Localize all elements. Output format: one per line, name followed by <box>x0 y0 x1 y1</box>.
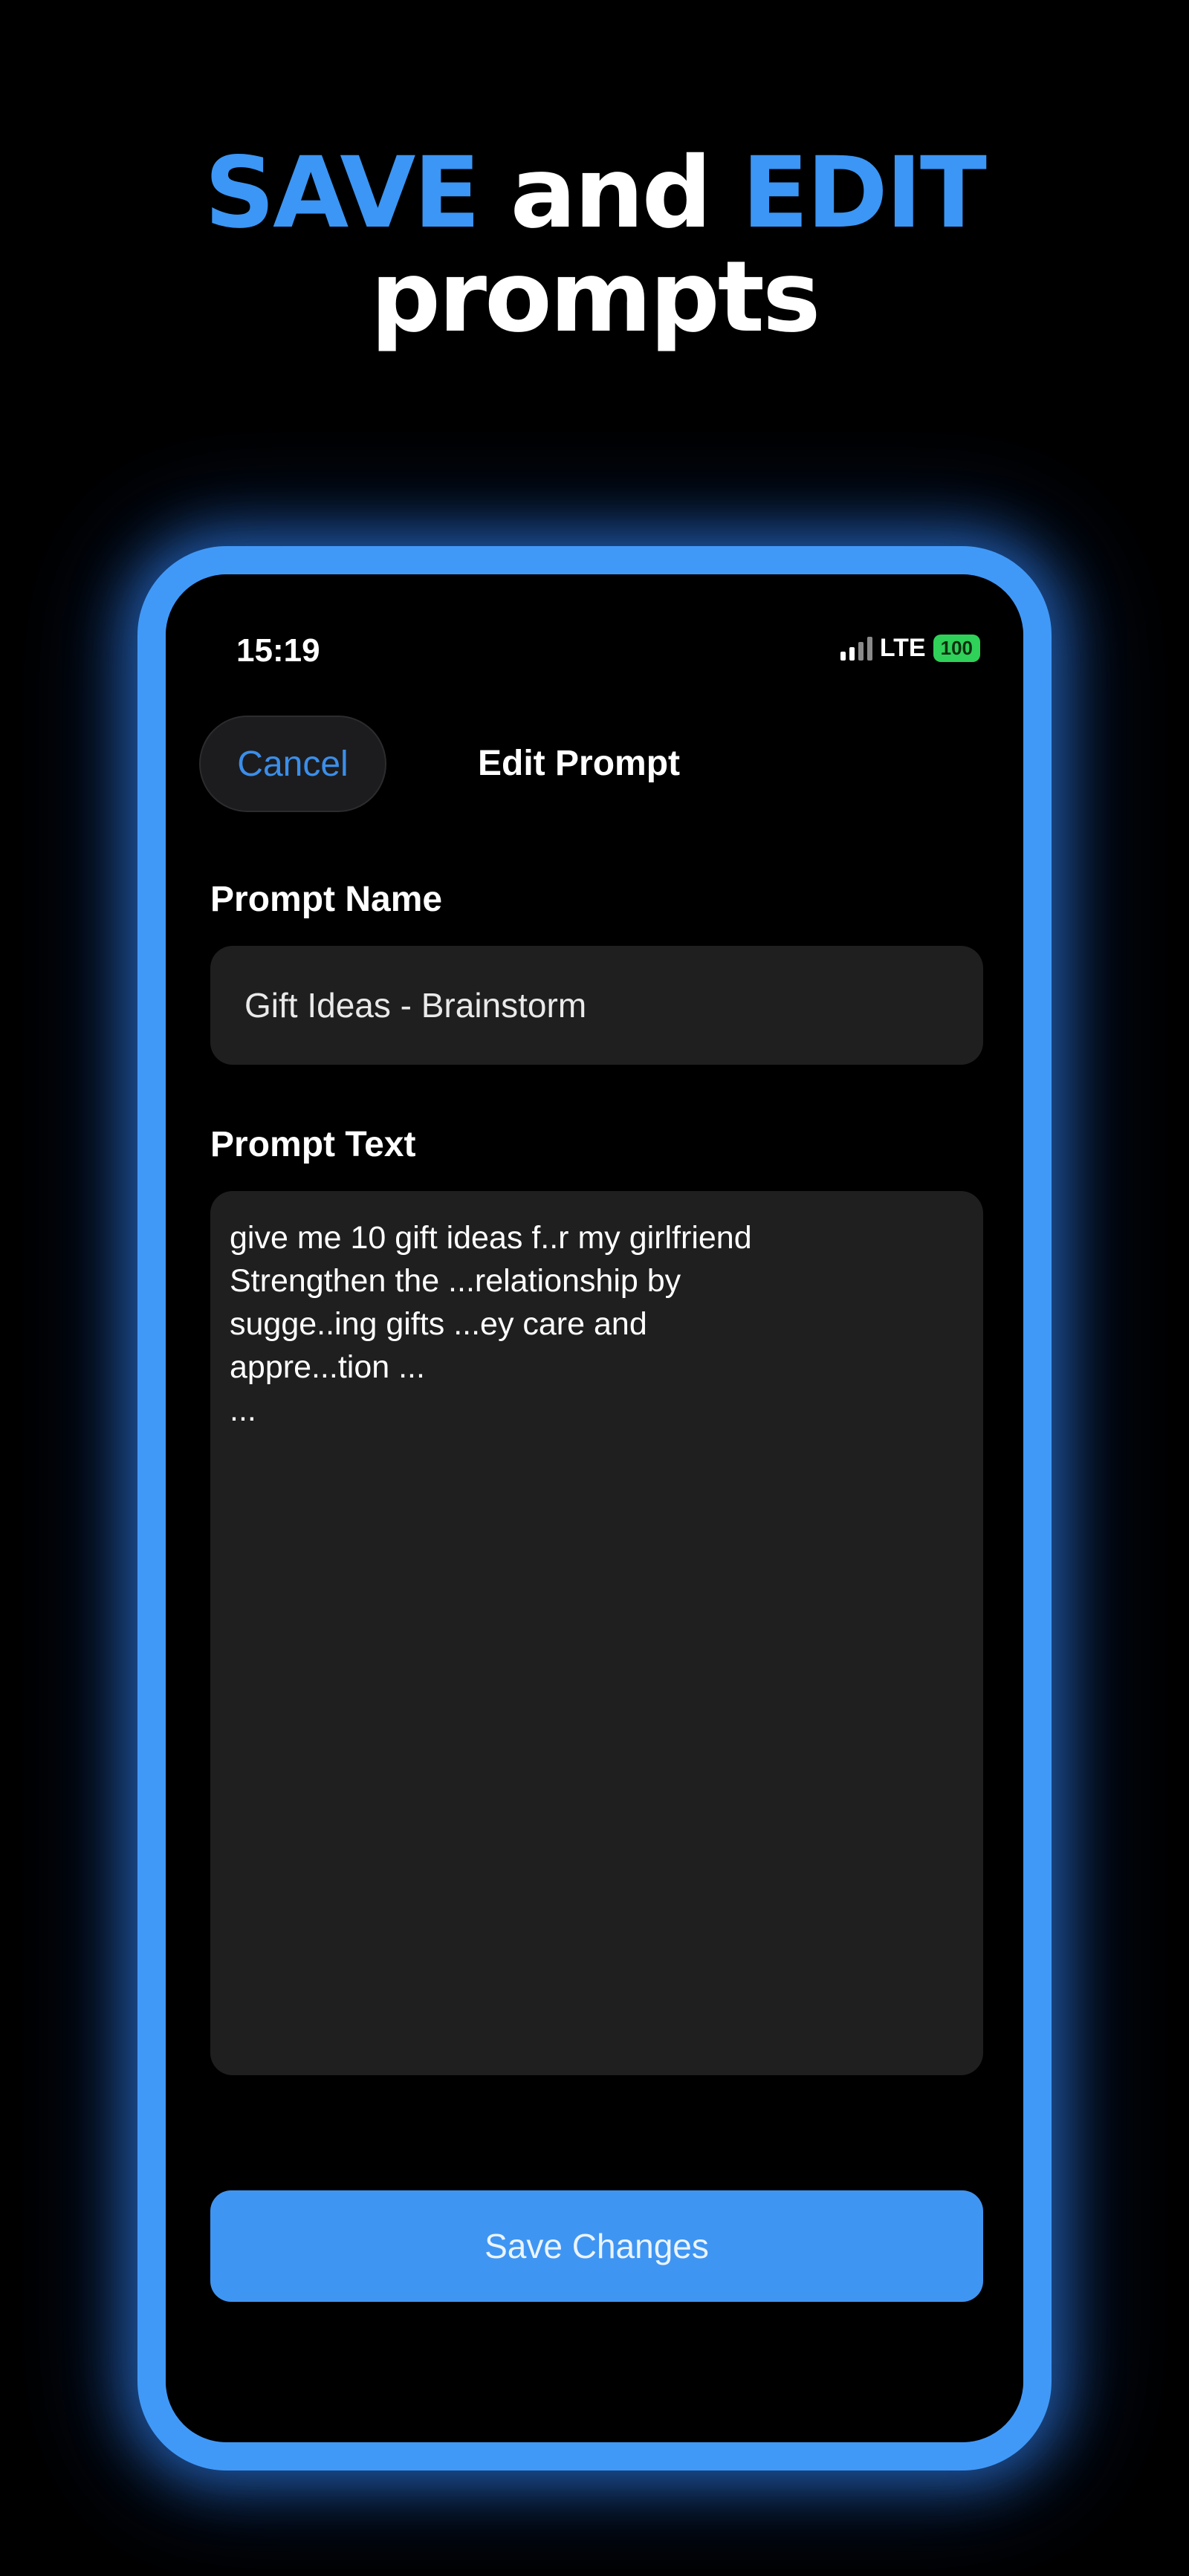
signal-icon <box>840 636 872 661</box>
prompt-text-line: give me 10 gift ideas f..r my girlfriend <box>230 1220 752 1256</box>
phone-frame: 15:19 LTE 100 Cancel Edit Prompt Prompt … <box>137 546 1052 2470</box>
status-time: 15:19 <box>236 632 320 669</box>
prompt-text-line: ... <box>230 1392 256 1428</box>
network-type: LTE <box>879 634 926 662</box>
save-changes-button[interactable]: Save Changes <box>210 2190 983 2302</box>
prompt-name-label: Prompt Name <box>210 880 443 919</box>
prompt-text-area[interactable]: give me 10 gift ideas f..r my girlfriend… <box>210 1191 983 2075</box>
headline-line-1: SAVE and EDIT <box>0 141 1189 245</box>
status-bar: 15:19 LTE 100 <box>166 574 1023 669</box>
headline-and-word: and <box>478 136 742 250</box>
prompt-text-label: Prompt Text <box>210 1125 416 1164</box>
headline: SAVE and EDIT prompts <box>0 141 1189 349</box>
prompt-text-line: appre...tion ... <box>230 1349 425 1385</box>
status-indicators: LTE 100 <box>840 634 980 663</box>
prompt-text-line: sugge..ing gifts ...ey care and <box>230 1306 647 1342</box>
nav-title: Edit Prompt <box>478 744 680 783</box>
phone-screen: 15:19 LTE 100 Cancel Edit Prompt Prompt … <box>166 574 1023 2442</box>
navigation-bar: Cancel Edit Prompt <box>166 716 1023 812</box>
headline-line-2: prompts <box>370 240 821 354</box>
prompt-name-input[interactable]: Gift Ideas - Brainstorm <box>210 946 983 1065</box>
prompt-text-line: Strengthen the ...relationship by <box>230 1263 681 1299</box>
cancel-button[interactable]: Cancel <box>199 716 386 812</box>
battery-icon: 100 <box>933 635 980 662</box>
headline-save-word: SAVE <box>204 136 481 250</box>
headline-edit-word: EDIT <box>742 136 987 250</box>
